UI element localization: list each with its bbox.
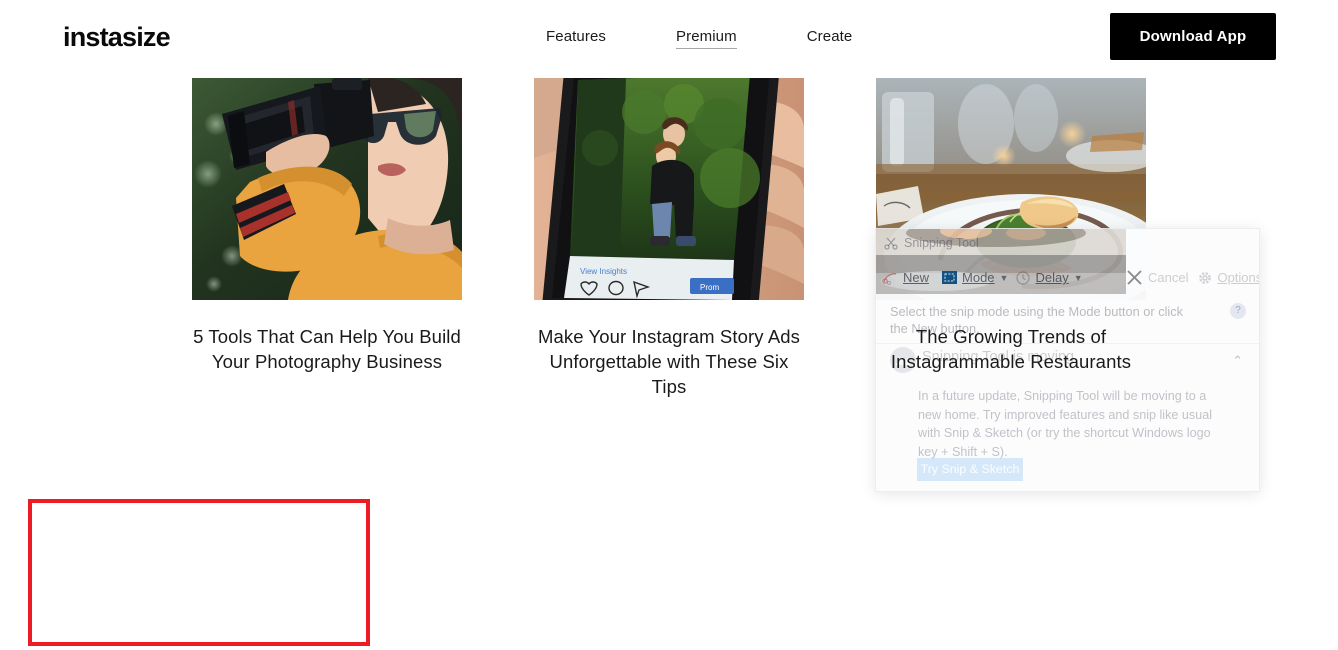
snip-new-button[interactable]: New bbox=[882, 270, 929, 285]
article-thumbnail-phone[interactable]: View Insights Prom bbox=[534, 78, 804, 300]
article-card[interactable]: The Growing Trends of Instagrammable Res… bbox=[876, 78, 1146, 374]
snip-new-label: New bbox=[903, 270, 930, 285]
main-nav: Features Premium Create bbox=[546, 28, 852, 49]
svg-text:Prom: Prom bbox=[700, 283, 719, 292]
mode-icon bbox=[942, 271, 958, 284]
snip-options-label: Options bbox=[1217, 270, 1260, 285]
snip-banner-body: In a future update, Snipping Tool will b… bbox=[918, 389, 1213, 459]
instasize-logo[interactable]: instasize bbox=[63, 22, 171, 53]
page-root: instasize Features Premium Create Downlo… bbox=[0, 0, 1338, 650]
article-thumbnail-photographer[interactable] bbox=[192, 78, 462, 300]
clock-icon bbox=[1016, 270, 1031, 285]
photographer-image bbox=[192, 78, 462, 300]
snip-toolbar: New Mode ▼ Delay ▼ bbox=[876, 261, 1126, 294]
snip-mode-label: Mode bbox=[962, 270, 995, 285]
delay-chevron-down-icon[interactable]: ▼ bbox=[1074, 273, 1083, 283]
phone-instagram-image: View Insights Prom bbox=[534, 78, 804, 300]
site-footer: Features Premium Create Company FAQ Cont… bbox=[0, 500, 1338, 650]
snip-toolbar-secondary: Cancel Options bbox=[1126, 261, 1260, 294]
new-snip-icon bbox=[882, 272, 897, 285]
article-card-title[interactable]: Make Your Instagram Story Ads Unforgetta… bbox=[534, 324, 804, 399]
article-card-title[interactable]: The Growing Trends of Instagrammable Res… bbox=[876, 324, 1146, 374]
gear-icon bbox=[1199, 271, 1212, 284]
try-snip-and-sketch-button[interactable]: Try Snip & Sketch bbox=[917, 458, 1023, 481]
snip-mode-button[interactable]: Mode bbox=[942, 270, 995, 285]
snip-window-title: Snipping Tool bbox=[904, 235, 979, 250]
nav-item-create[interactable]: Create bbox=[807, 28, 853, 49]
snip-cancel-label: Cancel bbox=[1148, 270, 1189, 285]
scissors-icon bbox=[884, 237, 898, 250]
article-card-title[interactable]: 5 Tools That Can Help You Build Your Pho… bbox=[192, 324, 462, 374]
snip-titlebar: Snipping Tool bbox=[876, 229, 1126, 256]
close-icon bbox=[1127, 270, 1142, 285]
snip-delay-button[interactable]: Delay bbox=[1016, 270, 1069, 285]
snip-cancel-button[interactable]: Cancel bbox=[1126, 269, 1188, 286]
download-app-button[interactable]: Download App bbox=[1110, 13, 1276, 60]
snip-options-button[interactable]: Options bbox=[1198, 270, 1260, 285]
chevron-up-icon[interactable]: ⌃ bbox=[1232, 353, 1243, 369]
nav-item-premium[interactable]: Premium bbox=[676, 28, 737, 49]
mode-chevron-down-icon[interactable]: ▼ bbox=[1000, 273, 1009, 283]
article-card[interactable]: View Insights Prom Make Your Instagram S… bbox=[534, 78, 804, 399]
help-icon[interactable]: ? bbox=[1230, 303, 1246, 319]
svg-text:View Insights: View Insights bbox=[580, 267, 627, 276]
snip-delay-label: Delay bbox=[1035, 270, 1069, 285]
nav-item-features[interactable]: Features bbox=[546, 28, 606, 49]
site-header: instasize Features Premium Create Downlo… bbox=[0, 0, 1338, 74]
article-card[interactable]: 5 Tools That Can Help You Build Your Pho… bbox=[192, 78, 462, 374]
